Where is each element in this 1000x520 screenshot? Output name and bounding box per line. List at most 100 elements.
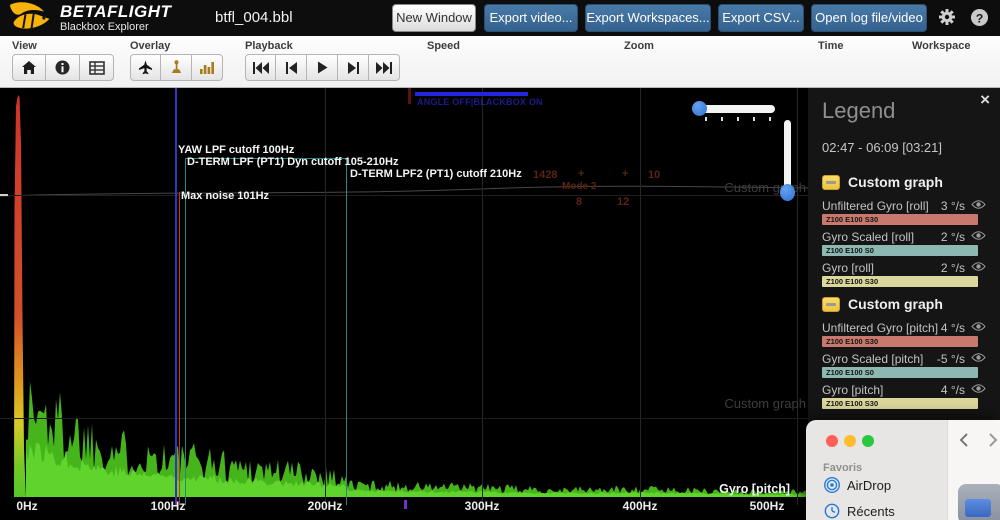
close-traffic-light[interactable]	[826, 435, 838, 447]
slider-tick	[737, 117, 739, 121]
graph-opacity-slider-thumb[interactable]	[692, 101, 707, 116]
legend-row: Gyro Scaled [roll] 2 °/s Z100 E100 S0	[822, 229, 986, 256]
app-subtitle: Blackbox Explorer	[60, 22, 171, 33]
airdrop-icon	[824, 477, 840, 493]
table-view-button[interactable]	[80, 54, 114, 81]
max-noise-line	[179, 192, 181, 505]
craft-overlay-button[interactable]	[130, 54, 161, 81]
home-view-button[interactable]	[12, 54, 46, 81]
blackbox-explorer-app: BETAFLIGHT Blackbox Explorer btfl_004.bb…	[0, 0, 1000, 520]
axis-label-0hz: 0Hz	[0, 499, 57, 513]
collapse-group-button[interactable]	[822, 297, 840, 312]
eye-icon[interactable]	[970, 259, 986, 277]
legend-field-label: Unfiltered Gyro [pitch]	[822, 321, 941, 335]
sidebar-item-label: Récents	[847, 504, 895, 519]
stick-mode-label: Mode 2	[562, 181, 596, 192]
legend-group-title: Custom graph	[848, 174, 943, 190]
legend-curve-tag[interactable]: Z100 E100 S0	[822, 245, 978, 256]
play-pause-button[interactable]	[307, 54, 338, 81]
close-icon[interactable]: ×	[980, 90, 990, 110]
overlay-section-label: Overlay	[130, 40, 170, 52]
legend-field-value: 4 °/s	[941, 383, 965, 397]
prev-frame-button[interactable]	[276, 54, 307, 81]
jump-end-button[interactable]	[369, 54, 400, 81]
graph-zoom-vertical-thumb[interactable]	[780, 184, 795, 201]
minimize-traffic-light[interactable]	[844, 435, 856, 447]
back-chevron-icon[interactable]	[959, 432, 969, 453]
collapse-group-button[interactable]	[822, 175, 840, 190]
table-icon	[89, 61, 105, 75]
legend-curve-tag[interactable]: Z100 E100 S30	[822, 398, 978, 409]
legend-row: Unfiltered Gyro [pitch] 4 °/s Z100 E100 …	[822, 320, 986, 347]
slider-tick	[769, 117, 771, 121]
legend-title: Legend	[822, 98, 986, 124]
eye-icon[interactable]	[970, 197, 986, 215]
legend-group-pitch: Custom graph Unfiltered Gyro [pitch] 4 °…	[822, 296, 986, 409]
stick-value-right: 10	[648, 169, 660, 181]
svg-text:?: ?	[976, 11, 984, 25]
event-marker-top	[408, 88, 411, 104]
stick-icon	[169, 60, 184, 75]
max-noise-annotation: Max noise 101Hz	[181, 190, 269, 202]
eye-icon[interactable]	[970, 350, 986, 368]
stick-value-bottom-left: 8	[576, 196, 582, 208]
sticks-overlay-button[interactable]	[161, 54, 192, 81]
folder-app-icon[interactable]	[958, 484, 1000, 520]
legend-curve-tag[interactable]: Z100 E100 S30	[822, 336, 978, 347]
finder-window[interactable]: Favoris AirDrop Récents	[806, 420, 1000, 520]
app-title: BETAFLIGHT	[60, 3, 171, 20]
axis-label-400hz: 400Hz	[610, 499, 670, 513]
sidebar-item-label: AirDrop	[847, 478, 891, 493]
settings-gear-icon[interactable]	[938, 8, 958, 28]
sidebar-item-recents[interactable]: Récents	[824, 503, 895, 519]
jump-start-button[interactable]	[245, 54, 276, 81]
zoom-section-label: Zoom	[624, 40, 654, 52]
event-marker-bottom	[404, 500, 407, 509]
betaflight-logo: BETAFLIGHT Blackbox Explorer	[8, 1, 171, 35]
open-log-button[interactable]: Open log file/video	[811, 4, 927, 32]
stick-value-throttle: 1428	[533, 169, 557, 181]
sidebar-item-airdrop[interactable]: AirDrop	[824, 477, 891, 493]
log-time-range: 02:47 - 06:09 [03:21]	[822, 140, 986, 155]
time-section-label: Time	[818, 40, 843, 52]
slider-tick	[753, 117, 755, 121]
gridline-500hz	[797, 88, 798, 505]
log-info-button[interactable]	[46, 54, 80, 81]
stick-cross-right: +	[622, 168, 628, 180]
step-back-icon	[285, 62, 298, 74]
flight-mode-bar	[415, 92, 528, 96]
eye-icon[interactable]	[970, 319, 986, 337]
forward-chevron-icon[interactable]	[988, 432, 998, 453]
legend-curve-tag[interactable]: Z100 E100 S0	[822, 367, 978, 378]
legend-row: Gyro Scaled [pitch] -5 °/s Z100 E100 S0	[822, 351, 986, 378]
help-icon[interactable]: ?	[970, 8, 990, 28]
export-csv-button[interactable]: Export CSV...	[718, 4, 804, 32]
info-icon	[55, 60, 70, 75]
new-window-button[interactable]: New Window	[392, 4, 476, 32]
export-video-button[interactable]: Export video...	[484, 4, 578, 32]
frequency-spectrum-plot	[0, 88, 808, 505]
spectrum-bars-icon	[199, 60, 215, 75]
legend-curve-tag[interactable]: Z100 E100 S30	[822, 276, 978, 287]
legend-field-label: Gyro [pitch]	[822, 383, 941, 397]
legend-field-label: Unfiltered Gyro [roll]	[822, 199, 941, 213]
legend-row: Gyro [roll] 2 °/s Z100 E100 S30	[822, 260, 986, 287]
eye-icon[interactable]	[970, 228, 986, 246]
legend-curve-tag[interactable]: Z100 E100 S30	[822, 214, 978, 225]
maximize-traffic-light[interactable]	[862, 435, 874, 447]
eye-icon[interactable]	[970, 381, 986, 399]
dterm-dyn-cutoff-range-box	[185, 158, 347, 505]
export-workspaces-button[interactable]: Export Workspaces...	[585, 4, 711, 32]
gridline-horizontal-1	[0, 195, 808, 196]
play-icon	[316, 61, 328, 74]
speed-section-label: Speed	[427, 40, 460, 52]
favorites-header: Favoris	[823, 462, 862, 474]
view-section-label: View	[12, 40, 37, 52]
dc-spike	[14, 95, 26, 497]
axis-label-500hz: 500Hz	[737, 499, 797, 513]
next-frame-button[interactable]	[338, 54, 369, 81]
legend-field-value: 2 °/s	[941, 230, 965, 244]
axis-tick-left	[0, 194, 8, 196]
analyser-overlay-button[interactable]	[192, 54, 223, 81]
dterm-lpf2-annotation: D-TERM LPF2 (PT1) cutoff 210Hz	[350, 168, 522, 180]
